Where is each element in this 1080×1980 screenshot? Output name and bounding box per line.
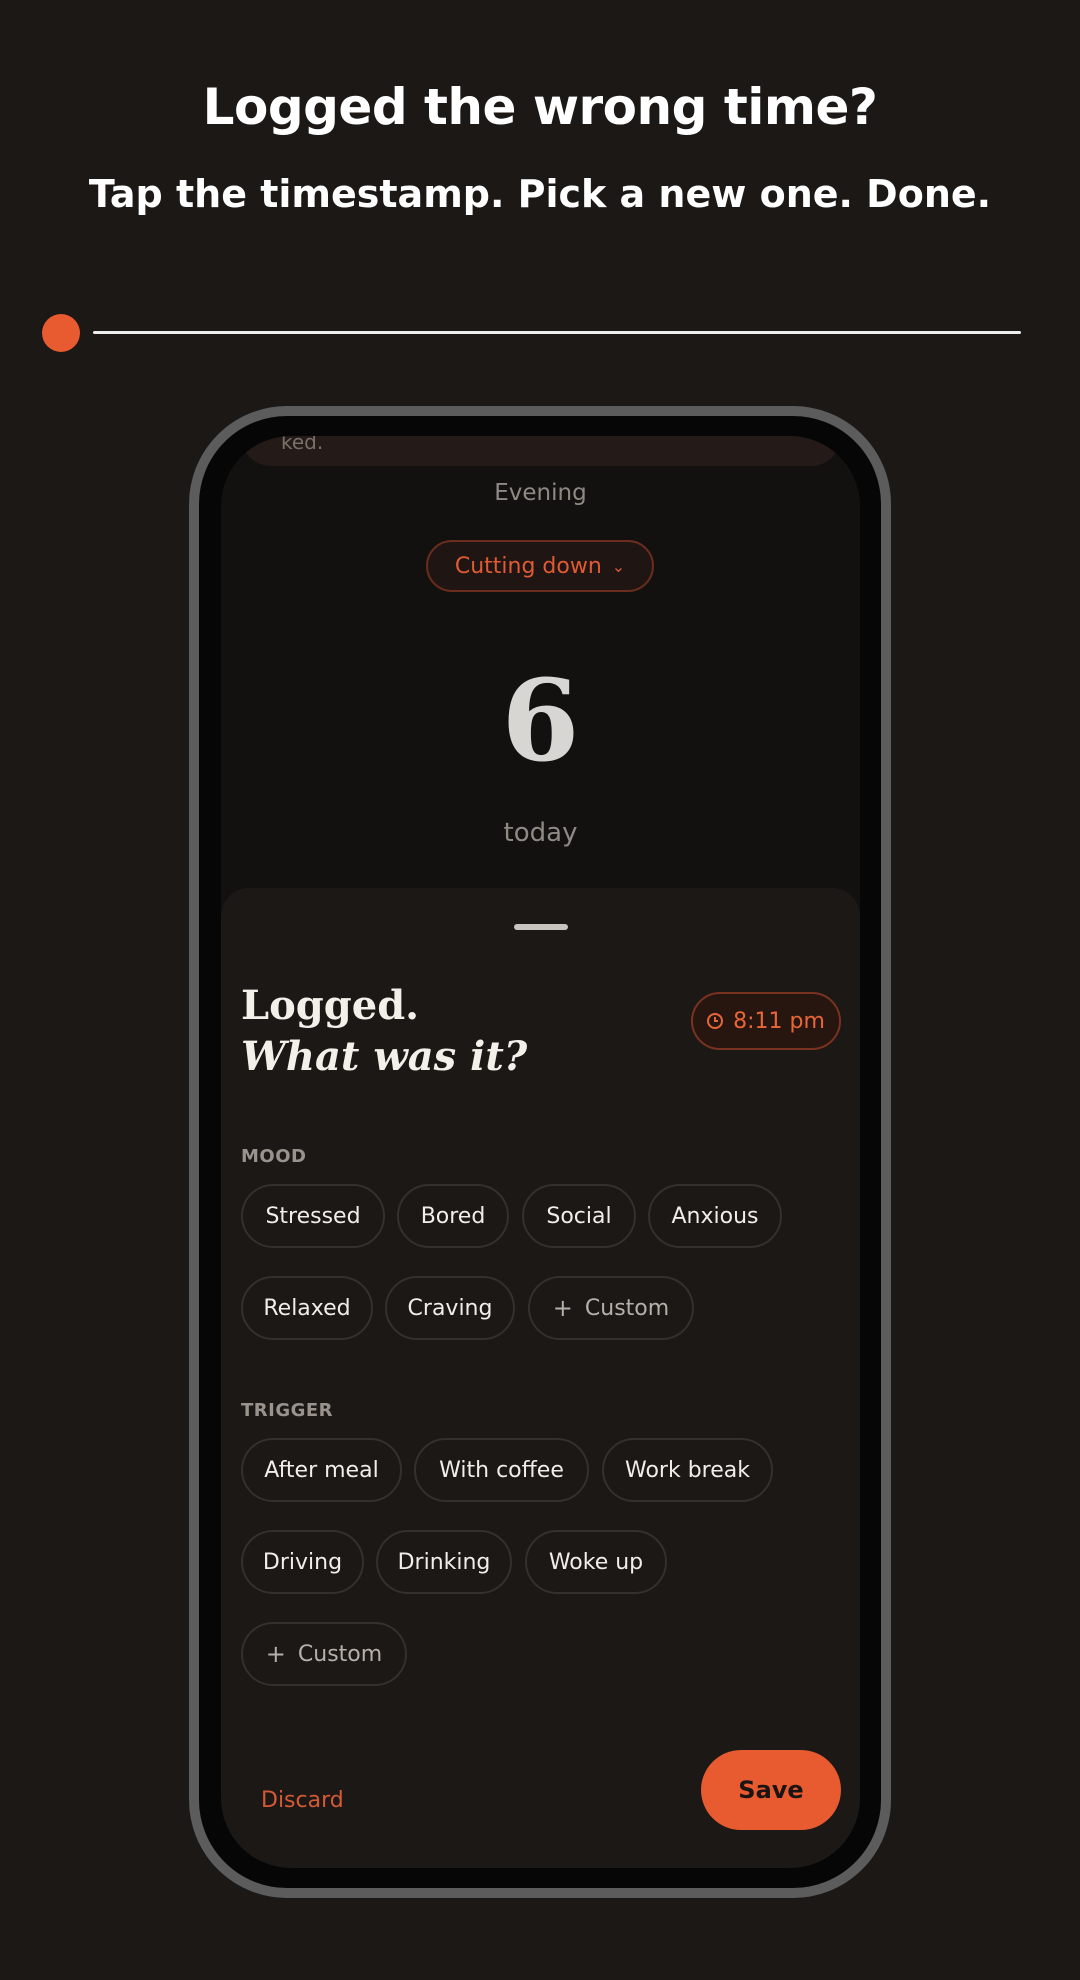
progress-line — [93, 331, 1021, 334]
mood-section-label: MOOD — [241, 1146, 307, 1167]
mood-chip-stressed[interactable]: Stressed — [241, 1184, 385, 1248]
trigger-chip-work-break[interactable]: Work break — [602, 1438, 773, 1502]
phone-screen: ked. Evening Cutting down ⌄ 6 today Logg… — [221, 436, 860, 1868]
mood-chip-craving[interactable]: Craving — [385, 1276, 515, 1340]
trigger-chip-driving[interactable]: Driving — [241, 1530, 364, 1594]
mood-chip-custom[interactable]: + Custom — [528, 1276, 694, 1340]
mood-chip-relaxed[interactable]: Relaxed — [241, 1276, 373, 1340]
progress-dot — [42, 314, 80, 352]
plus-icon: + — [552, 1294, 573, 1322]
trigger-chip-drinking[interactable]: Drinking — [376, 1530, 512, 1594]
mood-chip-bored[interactable]: Bored — [397, 1184, 509, 1248]
goal-label: Cutting down — [454, 553, 602, 579]
trigger-chip-after-meal[interactable]: After meal — [241, 1438, 402, 1502]
today-count-label: today — [503, 818, 578, 848]
timestamp-button[interactable]: 8:11 pm — [691, 992, 841, 1050]
trigger-custom-label: Custom — [297, 1641, 383, 1667]
trigger-chip-with-coffee[interactable]: With coffee — [414, 1438, 589, 1502]
mood-custom-label: Custom — [584, 1295, 670, 1321]
timestamp-label: 8:11 pm — [733, 1008, 825, 1034]
promo-subline: Tap the timestamp. Pick a new one. Done. — [88, 172, 992, 216]
sheet-drag-handle[interactable] — [514, 924, 568, 930]
period-label: Evening — [494, 480, 587, 506]
discard-button[interactable]: Discard — [261, 1788, 344, 1813]
mood-chip-social[interactable]: Social — [522, 1184, 636, 1248]
top-banner — [241, 436, 841, 466]
sheet-title: Logged. — [241, 982, 420, 1029]
log-sheet: Logged. What was it? 8:11 pm MOOD Stress… — [221, 888, 860, 1868]
trigger-section-label: TRIGGER — [241, 1400, 334, 1421]
mood-chip-anxious[interactable]: Anxious — [648, 1184, 782, 1248]
trigger-chip-custom[interactable]: + Custom — [241, 1622, 407, 1686]
clock-icon — [707, 1013, 724, 1029]
save-button[interactable]: Save — [701, 1750, 841, 1830]
sheet-subtitle: What was it? — [241, 1033, 528, 1080]
plus-icon: + — [265, 1640, 286, 1668]
banner-text: ked. — [281, 436, 324, 454]
goal-selector[interactable]: Cutting down ⌄ — [426, 540, 654, 592]
trigger-chip-woke-up[interactable]: Woke up — [525, 1530, 667, 1594]
promo-headline: Logged the wrong time? — [202, 78, 878, 136]
today-count: 6 — [501, 656, 580, 787]
chevron-down-icon: ⌄ — [611, 556, 626, 576]
